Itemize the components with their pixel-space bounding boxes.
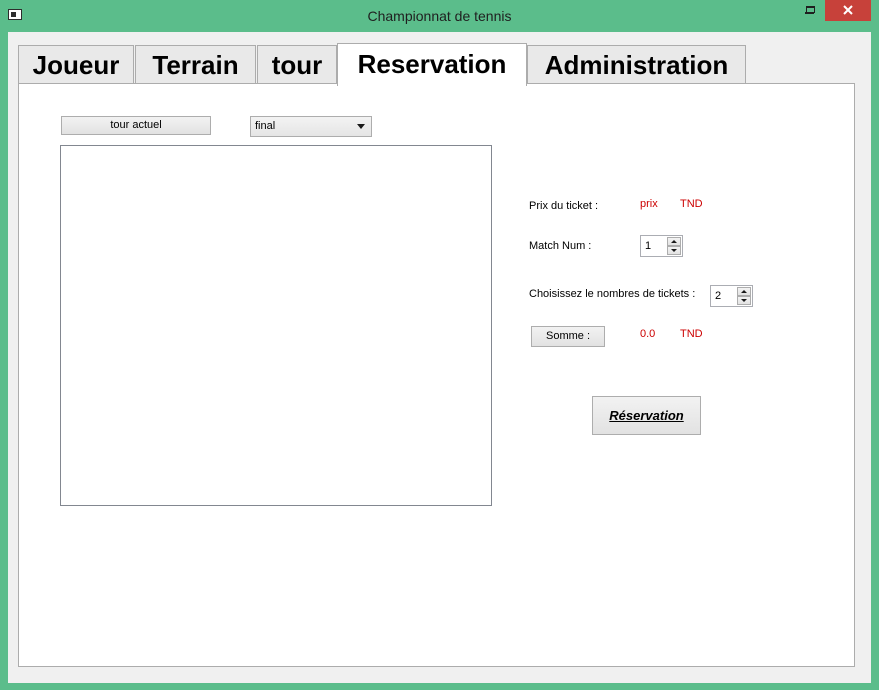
somme-value: 0.0 <box>640 328 656 340</box>
tickets-label: Choisissez le nombres de tickets : <box>529 288 696 300</box>
prix-currency: TND <box>680 198 703 210</box>
tour-select-value: final <box>255 120 276 132</box>
tab-reservation[interactable]: Reservation <box>337 43 527 86</box>
tab-administration[interactable]: Administration <box>527 45 746 84</box>
match-num-label: Match Num : <box>529 240 592 252</box>
maximize-button[interactable] <box>798 0 824 21</box>
spin-down-icon[interactable] <box>737 296 751 305</box>
spin-up-icon[interactable] <box>667 237 681 246</box>
close-button[interactable] <box>825 0 871 21</box>
match-num-value: 1 <box>645 240 652 252</box>
tour-actuel-button[interactable]: tour actuel <box>61 116 211 135</box>
title-bar[interactable]: Championnat de tennis <box>0 0 879 32</box>
chevron-down-icon <box>357 124 365 129</box>
tour-select[interactable]: final <box>250 116 372 137</box>
close-icon <box>843 5 853 15</box>
tab-terrain[interactable]: Terrain <box>135 45 256 84</box>
tab-tour[interactable]: tour <box>257 45 337 84</box>
spin-down-icon[interactable] <box>667 246 681 255</box>
tab-joueur[interactable]: Joueur <box>18 45 134 84</box>
tickets-value: 2 <box>715 290 722 302</box>
tickets-spinbox[interactable]: 2 <box>710 285 753 307</box>
window-title: Championnat de tennis <box>367 8 512 24</box>
window-bottom-border <box>0 683 879 690</box>
reservation-panel: tour actuel final Prix du ticket : prix … <box>18 83 855 667</box>
prix-label: Prix du ticket : <box>529 200 599 212</box>
somme-button[interactable]: Somme : <box>531 326 605 347</box>
prix-value: prix <box>640 198 658 210</box>
app-window: Championnat de tennis Joueur Terrain tou… <box>0 0 879 690</box>
spin-up-icon[interactable] <box>737 287 751 296</box>
somme-currency: TND <box>680 328 703 340</box>
match-list[interactable] <box>60 145 492 506</box>
main-client-area: Joueur Terrain tour Reservation Administ… <box>8 32 871 683</box>
match-num-spinbox[interactable]: 1 <box>640 235 683 257</box>
reservation-button[interactable]: Réservation <box>592 396 701 435</box>
